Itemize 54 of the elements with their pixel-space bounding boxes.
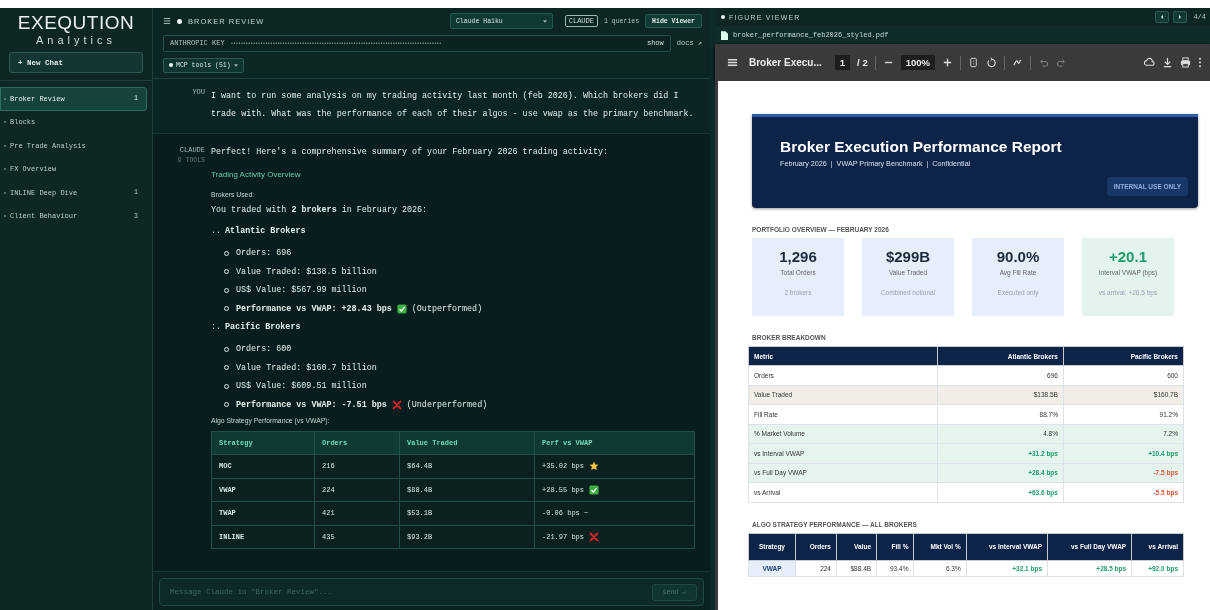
chevron-right-icon	[1177, 14, 1184, 20]
menu-icon[interactable]	[163, 17, 171, 25]
print-icon[interactable]	[1180, 57, 1191, 68]
cross-icon	[391, 399, 402, 410]
bullet-text: Value Traded: $160.7 billion	[236, 362, 377, 373]
stat-value: $299B	[885, 248, 931, 265]
bullet-text: Performance vs VWAP: +28.43 bps	[236, 303, 392, 314]
stat-value: 1,296	[779, 248, 817, 265]
list-number: :.	[211, 321, 222, 334]
document-title: Broker Execu...	[749, 57, 822, 68]
bullet-text: Value Traded: $138.5 billion	[236, 266, 377, 277]
star-icon	[589, 461, 599, 472]
redo-icon[interactable]	[1056, 57, 1067, 68]
brand-tagline: Analytics	[36, 34, 116, 46]
message-text: Perfect! Here's a comprehensive summary of your February 2026 trading activity:	[211, 147, 609, 157]
more-icon[interactable]	[1198, 57, 1202, 68]
bullet-note: (Underperformed)	[406, 399, 488, 410]
caret-icon	[542, 19, 547, 23]
bullet-note: (Outperformed)	[411, 303, 483, 314]
user-message: I want to run some analysis on my trading activity last month (feb 2026). Which brokers did I trade with. What was the performance of each of their algos - use vwap as the primary benchmark.	[211, 90, 695, 121]
bullet-text: US$ Value: $567.99 million	[236, 285, 367, 296]
rotate-icon[interactable]	[986, 57, 997, 68]
brand-logo: EXEQUTION	[17, 12, 135, 34]
bullet-text: US$ Value: $609.51 million	[236, 381, 367, 392]
previous-button[interactable]	[1155, 11, 1170, 23]
cross-icon	[589, 531, 599, 542]
chevron-left-icon	[1159, 14, 1166, 20]
stat-value: 90.0%	[996, 248, 1040, 265]
stat-value: +20.1	[1109, 248, 1147, 265]
fit-page-icon[interactable]	[968, 57, 979, 68]
caret-icon	[233, 63, 238, 67]
check-icon	[589, 484, 599, 495]
menu-icon[interactable]	[727, 57, 738, 68]
zoom-in-icon[interactable]	[942, 57, 953, 68]
broker-name: Pacific Brokers	[225, 321, 301, 334]
undo-icon[interactable]	[1038, 57, 1049, 68]
status-dot	[177, 18, 182, 24]
cloud-icon[interactable]	[1144, 57, 1155, 68]
check-icon	[396, 303, 407, 314]
draw-icon[interactable]	[1012, 57, 1023, 68]
bullet-text: Performance vs VWAP: -7.51 bps	[236, 399, 387, 410]
broker-name: Atlantic Brokers	[225, 225, 306, 238]
download-icon[interactable]	[1162, 57, 1173, 68]
section-heading: Trading Activity Overview	[211, 170, 302, 179]
list-number: ..	[211, 225, 222, 238]
bullet-text: Orders: 696	[236, 248, 292, 259]
page-number-field[interactable]: 1	[834, 55, 851, 70]
page-count: / 2	[857, 57, 868, 68]
zoom-field[interactable]: 100%	[900, 55, 935, 70]
message-text: You traded with 2 brokers in February 2026:	[211, 205, 428, 215]
file-icon	[721, 30, 728, 40]
report-title: Broker Execution Performance Report	[780, 137, 1063, 156]
bullet-text: Orders: 600	[236, 344, 292, 355]
next-button[interactable]	[1173, 11, 1188, 23]
